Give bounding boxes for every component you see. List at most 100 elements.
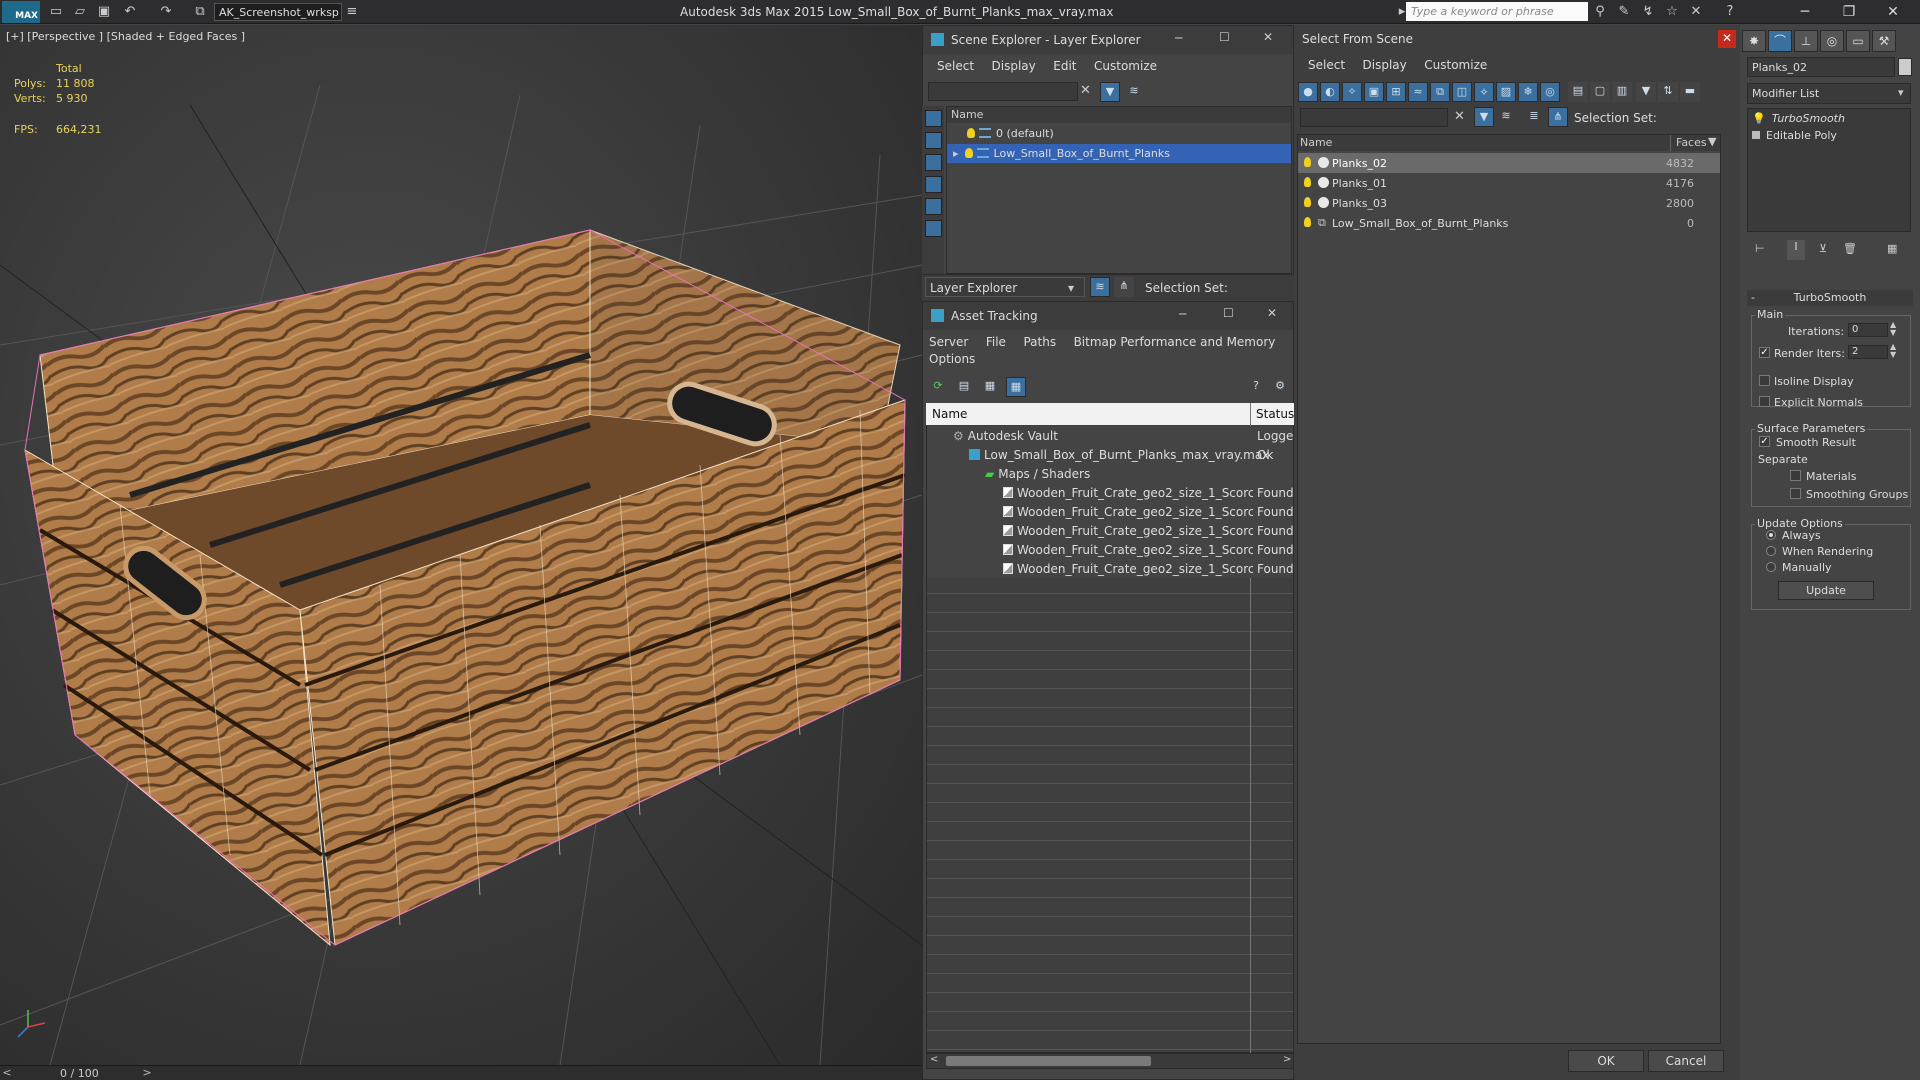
app-logo-icon[interactable]: MAX xyxy=(2,1,40,23)
column-divider[interactable] xyxy=(1670,135,1671,151)
filter-toggle-icon[interactable]: ▼ xyxy=(1474,107,1494,127)
light-bulb-icon[interactable] xyxy=(1304,197,1311,207)
close-icon[interactable]: ✕ xyxy=(1878,2,1908,22)
column-status[interactable]: Status xyxy=(1256,407,1294,421)
layer-tools-icon[interactable]: ≋ xyxy=(1124,82,1144,102)
favorites-star-icon[interactable]: ☆ xyxy=(1664,4,1680,20)
isoline-display-checkbox[interactable] xyxy=(1759,375,1770,386)
pin-stack-icon[interactable]: ⊢ xyxy=(1755,242,1765,255)
table-row[interactable]: Planks_01 4176 xyxy=(1298,173,1720,193)
table-row[interactable]: ⧉ Low_Small_Box_of_Burnt_Planks 0 xyxy=(1298,213,1720,233)
menu-edit[interactable]: Edit xyxy=(1039,54,1076,73)
display-spacewarps-icon[interactable]: ≈ xyxy=(1408,82,1428,102)
asset-tracking-title-bar[interactable]: Asset Tracking ─ ☐ ✕ xyxy=(923,302,1293,330)
undo-icon[interactable]: ↶ xyxy=(122,4,138,20)
remove-modifier-icon[interactable]: 🗑 xyxy=(1843,242,1857,255)
modify-tab-icon[interactable]: ⌒ xyxy=(1768,30,1792,52)
display-frozen-icon[interactable]: ❄ xyxy=(1518,82,1538,102)
layer-tools-icon[interactable]: ≋ xyxy=(1496,107,1516,127)
light-bulb-icon[interactable] xyxy=(1304,177,1311,187)
layer-row-crate[interactable]: ▸ Low_Small_Box_of_Burnt_Planks xyxy=(947,144,1291,163)
select-none-icon[interactable]: ▢ xyxy=(1590,82,1610,102)
time-next-icon[interactable]: > xyxy=(140,1066,154,1080)
separate-materials-checkbox[interactable] xyxy=(1790,470,1801,481)
expand-arrow-icon[interactable]: ▸ xyxy=(953,147,959,160)
update-when-rendering-radio[interactable] xyxy=(1766,546,1776,556)
menu-file[interactable]: File xyxy=(972,330,1006,349)
list-view-icon[interactable]: ▤ xyxy=(954,377,974,397)
utilities-tab-icon[interactable]: ⚒ xyxy=(1872,30,1896,52)
sort-by-layer-icon[interactable]: ≋ xyxy=(1090,277,1110,297)
update-always-radio[interactable] xyxy=(1766,530,1776,540)
table-view-icon[interactable]: ▦ xyxy=(1006,377,1026,397)
perspective-viewport[interactable]: [+] [Perspective ] [Shaded + Edged Faces… xyxy=(0,25,922,1065)
search-input[interactable]: Type a keyword or phrase xyxy=(1406,2,1588,21)
table-row[interactable]: Wooden_Fruit_Crate_geo2_size_1_Scorche..… xyxy=(927,521,1293,540)
display-shapes-icon[interactable]: ◐ xyxy=(1320,82,1340,102)
display-hidden-icon[interactable]: ◎ xyxy=(1540,82,1560,102)
light-bulb-icon[interactable] xyxy=(967,128,975,138)
scene-explorer-find-input[interactable] xyxy=(928,82,1078,101)
light-bulb-icon[interactable] xyxy=(1304,157,1311,167)
layer-row-default[interactable]: 0 (default) xyxy=(947,124,1291,143)
close-icon[interactable]: ✕ xyxy=(1267,306,1277,320)
layer-tree-header-name[interactable]: Name xyxy=(947,107,1291,123)
render-iters-checkbox[interactable]: ✓ xyxy=(1759,347,1770,358)
minimize-icon[interactable]: ─ xyxy=(1175,31,1182,45)
workspace-menu-icon[interactable]: ≡ xyxy=(344,4,360,20)
menu-select[interactable]: Select xyxy=(1294,53,1345,72)
smooth-result-checkbox[interactable]: ✓ xyxy=(1759,436,1770,447)
table-row[interactable]: ⚙Autodesk Vault Logged xyxy=(927,426,1293,445)
table-row[interactable]: Planks_02 4832 xyxy=(1298,153,1720,173)
redo-icon[interactable]: ↷ xyxy=(158,4,174,20)
stack-item-turbosmooth[interactable]: 💡 TurboSmooth xyxy=(1752,112,1845,125)
project-folder-icon[interactable]: ⧉ xyxy=(192,4,208,20)
close-icon[interactable]: ✕ xyxy=(1263,30,1273,44)
menu-paths[interactable]: Paths xyxy=(1009,330,1056,349)
turbosmooth-rollout-title[interactable]: - TurboSmooth xyxy=(1747,290,1913,306)
menu-customize[interactable]: Customize xyxy=(1080,54,1157,73)
menu-bitmap-performance[interactable]: Bitmap Performance and Memory xyxy=(1060,330,1276,349)
display-cameras-icon[interactable] xyxy=(925,176,942,193)
display-lights-icon[interactable] xyxy=(925,154,942,171)
time-prev-icon[interactable]: < xyxy=(0,1066,14,1080)
table-row[interactable]: ▰ Maps / Shaders xyxy=(927,464,1293,483)
new-file-icon[interactable]: ▭ xyxy=(48,4,64,20)
table-row[interactable]: Wooden_Fruit_Crate_geo2_size_1_Scorche..… xyxy=(927,502,1293,521)
minimize-icon[interactable]: ─ xyxy=(1179,307,1186,321)
subscription-icon[interactable]: ↯ xyxy=(1640,4,1656,20)
scroll-right-icon[interactable]: > xyxy=(1283,1054,1291,1065)
table-row[interactable]: Wooden_Fruit_Crate_geo2_size_1_Scorche..… xyxy=(927,540,1293,559)
spinner-arrows-icon[interactable]: ▲ ▼ xyxy=(1890,321,1896,337)
table-row[interactable]: Low_Small_Box_of_Burnt_Planks_max_vray.m… xyxy=(927,445,1293,464)
sort-by-layer-icon[interactable]: ≣ xyxy=(1524,107,1544,127)
maximize-icon[interactable]: ☐ xyxy=(1223,306,1234,320)
cancel-button[interactable]: Cancel xyxy=(1648,1050,1724,1072)
separate-smoothing-groups-checkbox[interactable] xyxy=(1790,488,1801,499)
sort-by-hierarchy-icon[interactable]: ⋔ xyxy=(1548,107,1568,127)
menu-customize[interactable]: Customize xyxy=(1410,53,1487,72)
minimize-icon[interactable]: ─ xyxy=(1790,2,1820,22)
scrollbar-thumb[interactable] xyxy=(946,1056,1151,1066)
display-tab-icon[interactable]: ▭ xyxy=(1846,30,1870,52)
object-color-swatch[interactable] xyxy=(1898,58,1912,76)
communication-center-icon[interactable]: ✕ xyxy=(1688,4,1704,20)
sort-desc-icon[interactable]: ▼ xyxy=(1708,135,1716,148)
motion-tab-icon[interactable]: ◎ xyxy=(1820,30,1844,52)
scene-explorer-title-bar[interactable]: Scene Explorer - Layer Explorer ─ ☐ ✕ xyxy=(923,26,1293,54)
settings-icon[interactable]: ⚙ xyxy=(1270,377,1290,397)
object-name-field[interactable]: Planks_02 xyxy=(1747,57,1895,77)
light-bulb-icon[interactable] xyxy=(1304,217,1311,227)
binoculars-icon[interactable]: ⚲ xyxy=(1592,4,1608,20)
help-icon[interactable]: ? xyxy=(1722,4,1738,20)
display-groups-icon[interactable]: ⧉ xyxy=(1430,82,1450,102)
explorer-type-select[interactable]: Layer Explorer ▾ xyxy=(925,277,1085,297)
sort-icon[interactable]: ⇅ xyxy=(1658,82,1678,102)
modifier-list-dropdown[interactable]: Modifier List ▾ xyxy=(1747,83,1911,104)
select-find-input[interactable] xyxy=(1300,108,1448,127)
display-containers-icon[interactable]: ▨ xyxy=(1496,82,1516,102)
select-from-scene-title-bar[interactable]: Select From Scene ✕ xyxy=(1294,25,1740,53)
filter-icon[interactable]: ▼ xyxy=(1636,82,1656,102)
wooden-crate-model[interactable] xyxy=(24,229,906,947)
display-cameras-icon[interactable]: ▣ xyxy=(1364,82,1384,102)
